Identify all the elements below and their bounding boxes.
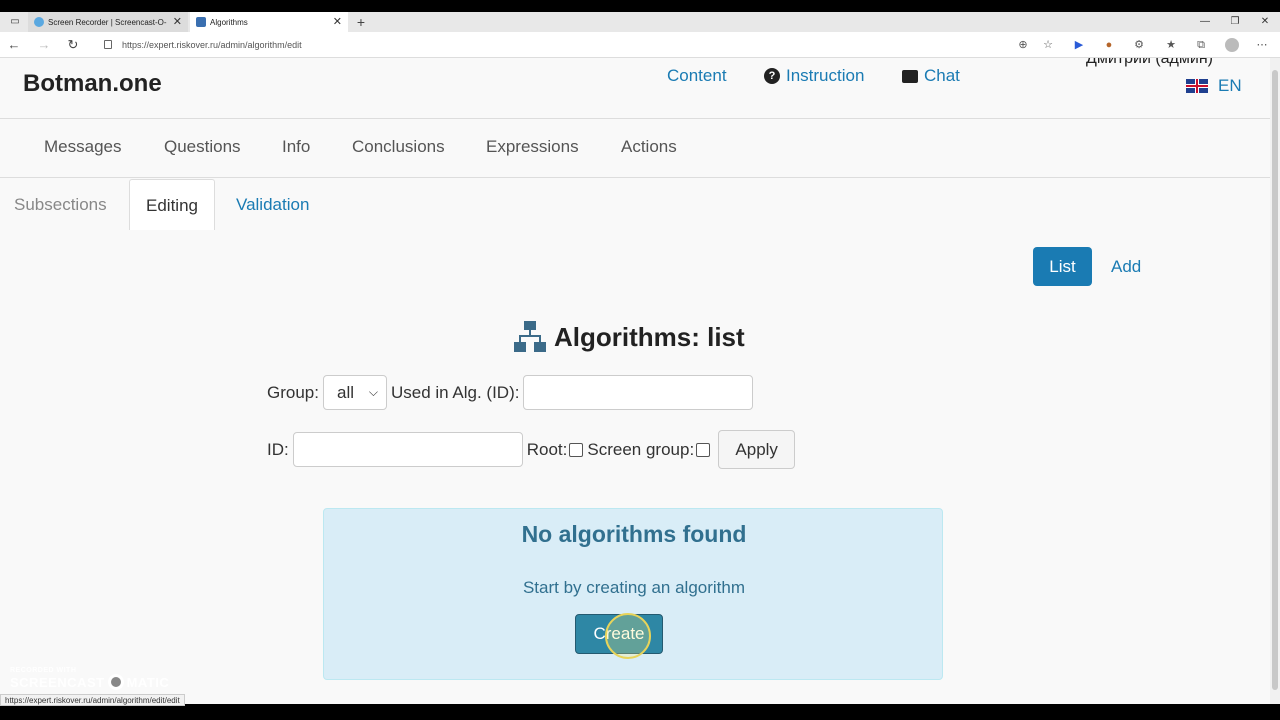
web-page: Дмитрий (админ) Botman.one Content ? Ins…: [0, 58, 1270, 704]
empty-state-title: No algorithms found: [521, 521, 747, 547]
root-checkbox[interactable]: [569, 442, 584, 457]
user-name[interactable]: Дмитрий (админ): [1086, 58, 1213, 68]
nav-item-expressions[interactable]: Expressions: [486, 137, 579, 157]
instruction-link[interactable]: ? Instruction: [764, 66, 864, 86]
site-logo[interactable]: Botman.one: [23, 70, 162, 98]
screencast-logo-icon: [107, 674, 124, 690]
add-button[interactable]: Add: [1111, 247, 1141, 286]
zoom-icon[interactable]: ⊕: [1016, 38, 1030, 52]
nav-item-info[interactable]: Info: [282, 137, 310, 157]
watermark-left: SCREENCAST: [10, 674, 105, 690]
list-button[interactable]: List: [1033, 247, 1092, 286]
main-nav: Messages Questions Info Conclusions Expr…: [0, 118, 1270, 178]
minimize-icon[interactable]: —: [1190, 12, 1220, 32]
id-label: ID:: [267, 439, 289, 459]
root-label: Root:: [526, 439, 568, 459]
id-input[interactable]: [292, 432, 523, 467]
tab-actions-icon[interactable]: ▭: [0, 12, 30, 32]
screen: ▭ Screen Recorder | Screencast-O- ✕ Algo…: [0, 0, 1280, 720]
chat-link[interactable]: Chat: [902, 66, 960, 86]
forward-icon[interactable]: →: [34, 32, 54, 58]
nav-item-messages[interactable]: Messages: [44, 137, 121, 157]
content-link[interactable]: Content: [667, 66, 727, 86]
screencast-favicon-icon: [34, 17, 44, 27]
browser-tab-algorithms[interactable]: Algorithms ✕: [190, 12, 348, 32]
group-label: Group:: [267, 382, 319, 402]
watermark-right: MATIC: [126, 674, 170, 690]
nav-item-actions[interactable]: Actions: [621, 137, 677, 157]
chat-label: Chat: [924, 66, 960, 85]
favorites-icon[interactable]: ★: [1164, 38, 1178, 52]
tab-subsections[interactable]: Subsections: [0, 179, 123, 230]
page-title-text: Algorithms: list: [554, 321, 745, 352]
profile-avatar[interactable]: [1225, 38, 1239, 52]
more-menu-icon[interactable]: ⋯: [1255, 38, 1269, 52]
shield-favicon-icon: [196, 17, 206, 27]
used-in-label: Used in Alg. (ID):: [390, 382, 520, 402]
tab-title: Screen Recorder | Screencast-O-: [48, 17, 167, 27]
chat-icon: [902, 69, 918, 83]
reload-icon[interactable]: ↻: [63, 32, 83, 58]
url-field[interactable]: https://expert.riskover.ru/admin/algorit…: [122, 32, 302, 58]
page-title: Algorithms: list: [514, 321, 745, 353]
extension-icon[interactable]: ●: [1102, 38, 1116, 52]
used-in-input[interactable]: [523, 375, 754, 410]
filter-row-2: ID: Root: Screen group: Apply: [267, 430, 796, 469]
restore-icon[interactable]: ❐: [1220, 12, 1250, 32]
filter-row-1: Group: all ⌵ Used in Alg. (ID):: [267, 375, 757, 410]
tab-editing[interactable]: Editing: [129, 179, 215, 230]
watermark-line1: RECORDED WITH: [10, 667, 77, 674]
watermark-logo: SCREENCAST MATIC: [10, 674, 169, 690]
apply-button[interactable]: Apply: [718, 430, 796, 469]
status-url: https://expert.riskover.ru/admin/algorit…: [0, 694, 185, 706]
back-icon[interactable]: ←: [4, 32, 24, 58]
top-bezel: [0, 0, 1280, 12]
cursor-highlight: [605, 613, 651, 659]
extension-icon[interactable]: ▶: [1072, 38, 1086, 52]
sub-tabs: Subsections Editing Validation: [0, 179, 1270, 230]
new-tab-button[interactable]: +: [352, 12, 370, 32]
tab-title: Algorithms: [210, 17, 248, 27]
favorites-add-icon[interactable]: ☆: [1041, 38, 1055, 52]
lock-icon: [104, 40, 112, 49]
instruction-label: Instruction: [786, 66, 865, 85]
close-tab-icon[interactable]: ✕: [333, 15, 342, 28]
bottom-bezel: [0, 704, 1280, 720]
chevron-down-icon: ⌵: [368, 385, 378, 399]
tab-validation[interactable]: Validation: [220, 179, 325, 230]
group-select[interactable]: all ⌵: [322, 375, 387, 410]
extensions-icon[interactable]: ⚙: [1132, 38, 1146, 52]
content-label: Content: [667, 66, 727, 85]
question-icon: ?: [764, 68, 780, 84]
language-label: EN: [1218, 76, 1242, 95]
empty-state-text: Start by creating an algorithm: [522, 578, 746, 597]
close-window-icon[interactable]: ✕: [1250, 12, 1280, 32]
scrollbar-thumb[interactable]: [1272, 70, 1278, 690]
close-tab-icon[interactable]: ✕: [173, 15, 182, 28]
screen-group-checkbox[interactable]: [696, 442, 711, 457]
algorithm-tree-icon: [514, 321, 546, 353]
screencast-watermark: RECORDED WITH SCREENCAST MATIC: [10, 667, 169, 690]
browser-tab-screencast[interactable]: Screen Recorder | Screencast-O- ✕: [28, 12, 188, 32]
screen-group-label: Screen group:: [587, 439, 695, 459]
nav-item-questions[interactable]: Questions: [164, 137, 241, 157]
group-select-value: all: [336, 383, 354, 402]
language-switcher[interactable]: EN: [1186, 76, 1242, 96]
collections-icon[interactable]: ⧉: [1194, 38, 1208, 52]
nav-item-conclusions[interactable]: Conclusions: [352, 137, 445, 157]
uk-flag-icon: [1186, 79, 1208, 93]
